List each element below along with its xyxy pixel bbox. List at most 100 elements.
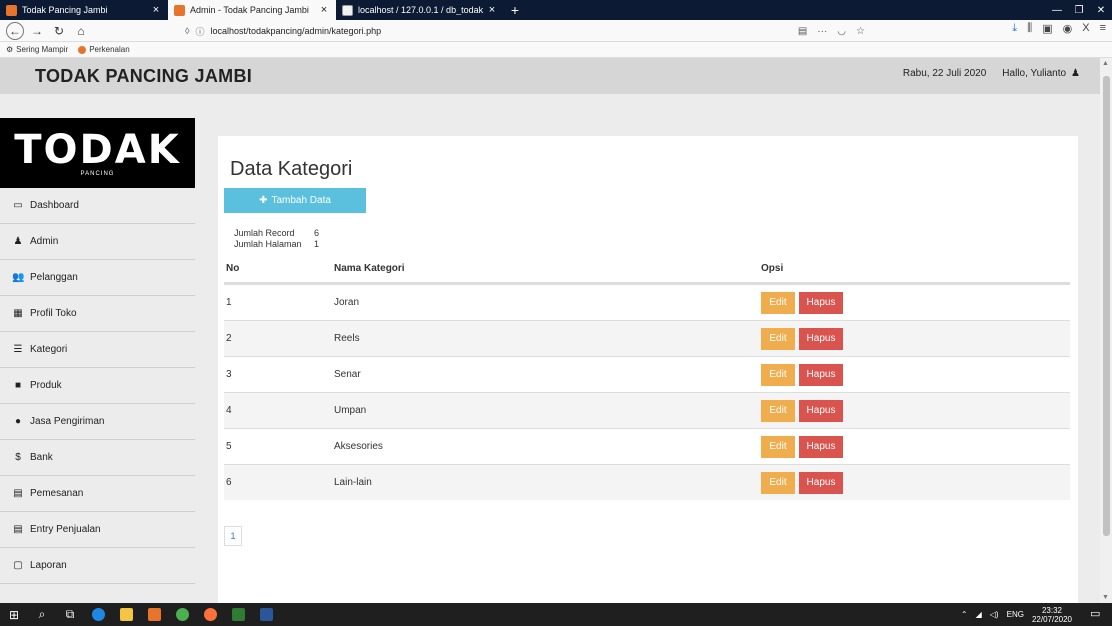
file-explorer-icon[interactable]: [112, 603, 140, 626]
app-title: TODAK PANCING JAMBI: [35, 65, 253, 86]
edit-button[interactable]: Edit: [761, 435, 795, 458]
dreamweaver-icon[interactable]: [224, 603, 252, 626]
close-tab-icon[interactable]: ×: [486, 4, 498, 16]
sidebar-item-jasa-pengiriman[interactable]: ● Jasa Pengiriman: [0, 404, 195, 440]
delete-button[interactable]: Hapus: [799, 327, 843, 350]
delete-button[interactable]: Hapus: [799, 291, 843, 314]
scroll-up-icon[interactable]: ▲: [1102, 60, 1109, 67]
xampp-icon[interactable]: [140, 603, 168, 626]
scroll-down-icon[interactable]: ▼: [1102, 594, 1109, 601]
plus-icon: ✚: [259, 195, 268, 206]
sidebar-item-bank[interactable]: $ Bank: [0, 440, 195, 476]
browser-tab[interactable]: localhost / 127.0.0.1 / db_todak ×: [336, 0, 504, 20]
xampp-favicon-icon: [6, 4, 17, 16]
app-header: TODAK PANCING JAMBI Rabu, 22 Juli 2020 H…: [0, 58, 1100, 94]
windows-start-icon[interactable]: ⊞: [0, 603, 28, 626]
table-header: No Nama Kategori Opsi: [224, 254, 1070, 284]
sidebar-item-kategori[interactable]: ☰ Kategori: [0, 332, 195, 368]
edit-button[interactable]: Edit: [761, 363, 795, 386]
edit-button[interactable]: Edit: [761, 471, 795, 494]
table-row: 4 Umpan Edit Hapus: [224, 392, 1070, 428]
bookmark-item[interactable]: Perkenalan: [78, 45, 130, 54]
close-window-icon[interactable]: ✕: [1090, 0, 1112, 20]
language-indicator[interactable]: ENG: [1007, 610, 1024, 619]
system-tray: ⌃ ◢ ◁) ENG 23:32 22/07/2020: [961, 603, 1072, 626]
reload-icon[interactable]: ↻: [50, 22, 68, 40]
browser-tab-active[interactable]: Admin - Todak Pancing Jambi ×: [168, 0, 336, 20]
delete-button[interactable]: Hapus: [799, 363, 843, 386]
sidebar-item-dashboard[interactable]: ▭ Dashboard: [0, 188, 195, 224]
chevron-up-icon[interactable]: ⌃: [961, 610, 968, 619]
page-actions-icon[interactable]: ···: [817, 26, 827, 37]
edit-button[interactable]: Edit: [761, 327, 795, 350]
network-icon[interactable]: ◢: [976, 610, 982, 619]
table-row: 6 Lain-lain Edit Hapus: [224, 464, 1070, 500]
user-menu[interactable]: Hallo, Yulianto ♟: [1002, 68, 1080, 79]
back-icon[interactable]: ←: [6, 21, 24, 40]
sidebar-item-label: Laporan: [30, 560, 67, 571]
sidebar-item-label: Dashboard: [30, 200, 79, 211]
firefox-icon[interactable]: [196, 603, 224, 626]
logo[interactable]: TODAK PANCING: [0, 118, 195, 188]
new-tab-button[interactable]: +: [504, 0, 526, 20]
dollar-icon: $: [15, 452, 21, 463]
sidebar-item-label: Admin: [30, 236, 59, 247]
address-bar[interactable]: ◊ ⓘ localhost/todakpancing/admin/kategor…: [185, 22, 885, 40]
pagination-page-button[interactable]: 1: [224, 526, 242, 546]
users-icon: 👥: [12, 272, 25, 283]
edge-icon[interactable]: [84, 603, 112, 626]
header-right: Rabu, 22 Juli 2020 Hallo, Yulianto ♟: [903, 68, 1080, 79]
forward-icon[interactable]: →: [28, 22, 46, 40]
page-scrollbar[interactable]: ▲ ▼: [1100, 58, 1112, 603]
sidebar: TODAK PANCING ▭ Dashboard ♟ Admin 👥 Pela…: [0, 118, 195, 603]
sidebar-item-label: Pelanggan: [30, 272, 78, 283]
search-icon[interactable]: ⌕: [28, 603, 56, 626]
word-icon[interactable]: [252, 603, 280, 626]
edit-button[interactable]: Edit: [761, 291, 795, 314]
minimize-icon[interactable]: —: [1046, 0, 1068, 20]
account-icon[interactable]: ◉: [1063, 22, 1073, 35]
browser-tab[interactable]: Todak Pancing Jambi ×: [0, 0, 168, 20]
record-count: 6: [314, 228, 320, 238]
reader-view-icon[interactable]: ▤: [798, 26, 807, 37]
sidebar-item-produk[interactable]: ■ Produk: [0, 368, 195, 404]
sidebar-item-laporan[interactable]: ▢ Laporan: [0, 548, 195, 584]
home-icon[interactable]: ⌂: [72, 22, 90, 40]
list-icon: ☰: [13, 344, 23, 355]
map-marker-icon: ●: [14, 416, 22, 427]
pocket-icon[interactable]: ◡: [837, 26, 846, 37]
delete-button[interactable]: Hapus: [799, 435, 843, 458]
page-viewport: TODAK PANCING JAMBI Rabu, 22 Juli 2020 H…: [0, 58, 1100, 603]
task-view-icon[interactable]: ⧉: [56, 603, 84, 626]
extension-icon[interactable]: X: [1082, 22, 1089, 35]
sidebar-item-pelanggan[interactable]: 👥 Pelanggan: [0, 260, 195, 296]
download-icon[interactable]: ⤓: [1012, 22, 1017, 35]
page-title: Data Kategori: [230, 158, 353, 180]
sidebar-toggle-icon[interactable]: ▣: [1042, 22, 1052, 35]
table-row: 5 Aksesories Edit Hapus: [224, 428, 1070, 464]
close-tab-icon[interactable]: ×: [318, 4, 330, 16]
volume-icon[interactable]: ◁): [990, 610, 999, 619]
library-icon[interactable]: ⫼: [1027, 22, 1032, 35]
delete-button[interactable]: Hapus: [799, 399, 843, 422]
sidebar-item-admin[interactable]: ♟ Admin: [0, 224, 195, 260]
notification-icon[interactable]: ▭: [1090, 607, 1104, 621]
delete-button[interactable]: Hapus: [799, 471, 843, 494]
scrollbar-thumb[interactable]: [1103, 76, 1110, 536]
sidebar-item-label: Produk: [30, 380, 62, 391]
gear-icon: ⚙: [6, 45, 14, 54]
bookmark-star-icon[interactable]: ☆: [856, 26, 865, 37]
add-data-button[interactable]: ✚ Tambah Data: [224, 188, 366, 213]
edit-button[interactable]: Edit: [761, 399, 795, 422]
sidebar-item-profil-toko[interactable]: ▦ Profil Toko: [0, 296, 195, 332]
sidebar-item-pemesanan[interactable]: ▤ Pemesanan: [0, 476, 195, 512]
clock[interactable]: 23:32 22/07/2020: [1032, 606, 1072, 624]
sidebar-item-entry-penjualan[interactable]: ▤ Entry Penjualan: [0, 512, 195, 548]
chrome-icon[interactable]: [168, 603, 196, 626]
restore-icon[interactable]: ❐: [1068, 0, 1090, 20]
browser-tabstrip: Todak Pancing Jambi × Admin - Todak Panc…: [0, 0, 1112, 20]
bookmark-item[interactable]: ⚙ Sering Mampir: [6, 45, 68, 54]
close-tab-icon[interactable]: ×: [150, 4, 162, 16]
menu-icon[interactable]: ≡: [1100, 22, 1106, 35]
phpmyadmin-favicon-icon: [342, 4, 353, 16]
